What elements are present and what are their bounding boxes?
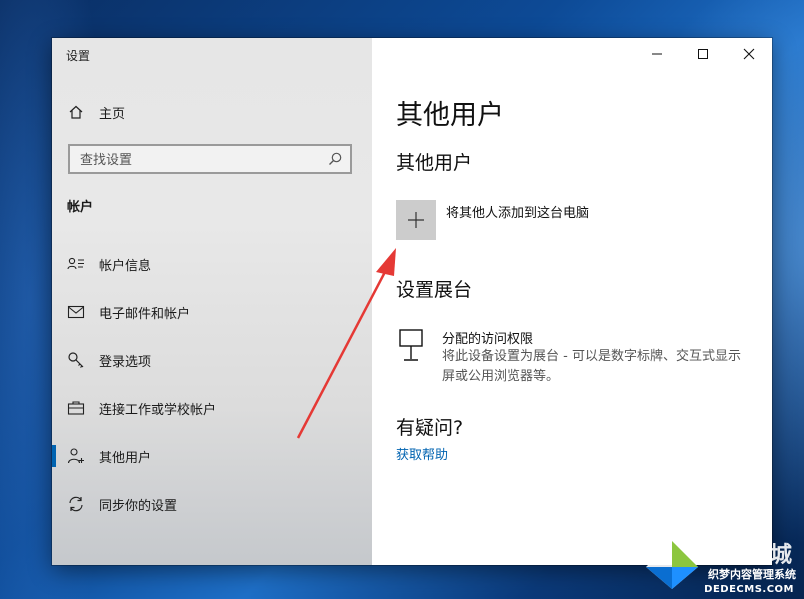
kiosk-icon[interactable] — [398, 328, 424, 364]
maximize-icon — [698, 49, 708, 59]
close-button[interactable] — [726, 38, 772, 70]
search-input[interactable] — [70, 146, 332, 174]
sidebar-item-label: 帐户信息 — [99, 258, 152, 274]
home-label: 主页 — [99, 106, 126, 122]
briefcase-icon — [67, 399, 85, 417]
add-user-label[interactable]: 将其他人添加到这台电脑 — [446, 202, 589, 221]
sidebar-item-label: 电子邮件和帐户 — [99, 306, 191, 322]
sidebar-item-label: 登录选项 — [99, 354, 152, 370]
sidebar-item-sync[interactable]: 同步你的设置 — [52, 484, 372, 524]
mail-icon — [67, 303, 85, 321]
sidebar-item-label: 同步你的设置 — [99, 498, 178, 514]
get-help-link[interactable]: 获取帮助 — [396, 444, 448, 463]
sidebar-item-other-users[interactable]: 其他用户 — [52, 436, 372, 476]
maximize-button[interactable] — [680, 38, 726, 70]
sidebar-item-work-school[interactable]: 连接工作或学校帐户 — [52, 388, 372, 428]
content-pane: 其他用户 其他用户 将其他人添加到这台电脑 设置展台 分配的访问权限 将此设备设… — [372, 38, 772, 565]
watermark-url: DEDECMS.COM — [704, 584, 794, 595]
sidebar-item-sign-in[interactable]: 登录选项 — [52, 340, 372, 380]
sidebar-item-label: 连接工作或学校帐户 — [99, 402, 217, 418]
home-icon — [67, 103, 85, 121]
key-icon — [67, 351, 85, 369]
page-title: 其他用户 — [396, 100, 504, 131]
sync-icon — [67, 495, 85, 513]
person-add-icon — [67, 447, 85, 465]
section-heading: 帐户 — [67, 200, 94, 215]
sidebar: 设置 主页 帐户 帐户信息 电子邮件和帐户 — [52, 38, 372, 565]
account-info-icon — [67, 255, 85, 273]
close-icon — [743, 48, 755, 60]
search-icon[interactable] — [327, 151, 343, 167]
window-title: 设置 — [66, 49, 91, 63]
kiosk-heading: 设置展台 — [396, 279, 473, 301]
settings-window: 设置 主页 帐户 帐户信息 电子邮件和帐户 — [52, 38, 772, 565]
sidebar-item-label: 其他用户 — [99, 450, 152, 466]
minimize-icon — [652, 53, 662, 55]
watermark-subtitle: 织梦内容管理系统 — [708, 568, 796, 581]
minimize-button[interactable] — [634, 38, 680, 70]
sidebar-item-email[interactable]: 电子邮件和帐户 — [52, 292, 372, 332]
watermark-brand: 系统城 — [721, 543, 794, 568]
sidebar-item-home[interactable]: 主页 — [52, 92, 372, 132]
help-heading: 有疑问? — [396, 417, 464, 439]
watermark-logo-icon — [646, 541, 698, 589]
kiosk-description: 将此设备设置为展台 - 可以是数字标牌、交互式显示屏或公用浏览器等。 — [442, 349, 741, 384]
search-box[interactable] — [68, 144, 352, 174]
kiosk-title[interactable]: 分配的访问权限 — [442, 328, 533, 347]
plus-icon — [408, 212, 424, 228]
sidebar-item-account-info[interactable]: 帐户信息 — [52, 244, 372, 284]
add-user-button[interactable] — [396, 200, 436, 240]
other-users-heading: 其他用户 — [396, 152, 473, 174]
